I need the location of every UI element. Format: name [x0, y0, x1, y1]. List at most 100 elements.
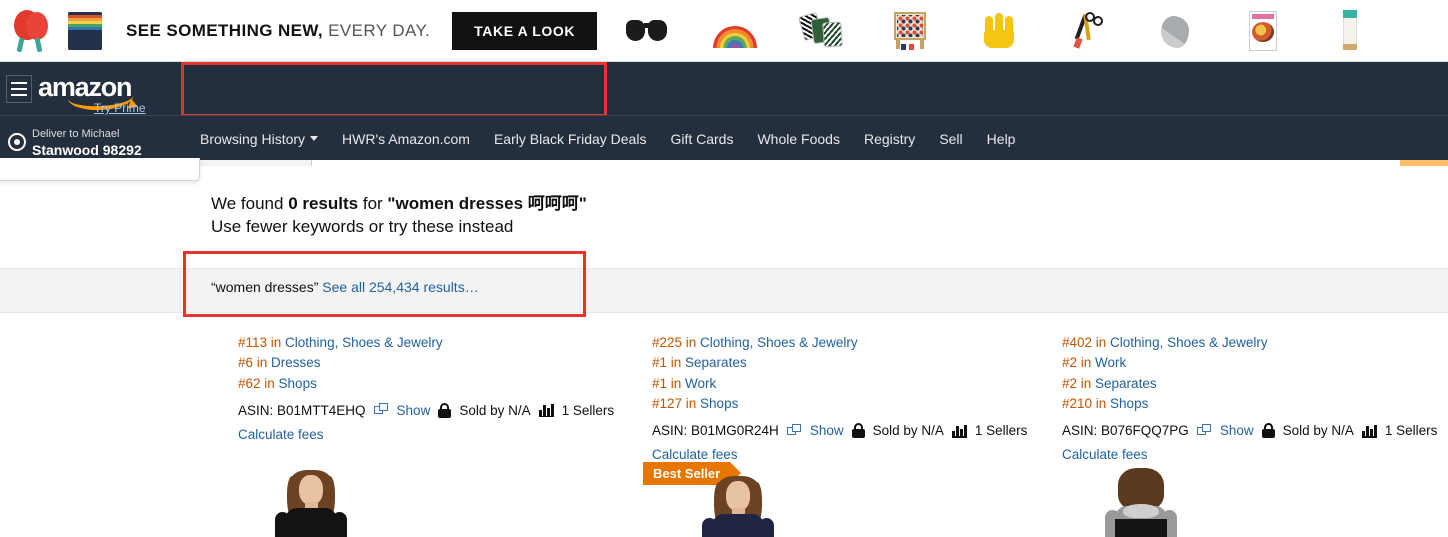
copy-icon[interactable]	[1196, 423, 1212, 438]
lock-icon	[851, 423, 865, 438]
rank-line: #2 in Work	[1062, 353, 1448, 373]
sellers-count: 1 Sellers	[974, 423, 1028, 438]
rank-category-link[interactable]: Clothing, Shoes & Jewelry	[1110, 335, 1268, 350]
connect-four-game-icon[interactable]	[887, 8, 935, 54]
product-image-1[interactable]	[255, 470, 367, 537]
rank-category-link[interactable]: Dresses	[271, 355, 321, 370]
bar-chart-icon[interactable]	[1361, 424, 1377, 438]
no-results-line2: Use fewer keywords or try these instead	[211, 216, 514, 236]
scissors-icon[interactable]	[1063, 8, 1111, 54]
deliver-to-address: Stanwood 98292	[32, 142, 142, 159]
rank-category-link[interactable]: Work	[685, 376, 716, 391]
no-results-message: We found 0 results for "women dresses 呵呵…	[211, 193, 587, 239]
nav-link-label: Browsing History	[200, 130, 306, 147]
left-dropdown-panel	[0, 158, 200, 181]
rank-category-link[interactable]: Clothing, Shoes & Jewelry	[285, 335, 443, 350]
rank-line: #62 in Shops	[238, 374, 648, 394]
healthy-card-icon[interactable]	[1239, 8, 1287, 54]
lock-icon	[438, 402, 452, 418]
calculate-fees-link[interactable]: Calculate fees	[238, 427, 648, 442]
nav-link-label: HWR's Amazon.com	[342, 130, 470, 147]
bar-chart-icon[interactable]	[538, 403, 554, 418]
deliver-to-name: Deliver to Michael	[32, 128, 120, 140]
rainbow-icon[interactable]	[711, 8, 759, 54]
take-a-look-button[interactable]: TAKE A LOOK	[452, 11, 598, 50]
rank-category-link[interactable]: Separates	[685, 355, 747, 370]
nav-link-help[interactable]: Help	[987, 131, 1016, 147]
rank-number: #210 in	[1062, 395, 1111, 411]
rank-line: #6 in Dresses	[238, 353, 648, 373]
found-prefix: We found	[211, 194, 289, 213]
no-results-line1: We found 0 results for "women dresses 呵呵…	[211, 193, 587, 216]
amazon-logo[interactable]: amazon Try Prime	[38, 74, 150, 116]
promo-tagline: SEE SOMETHING NEW, EVERY DAY.	[126, 21, 430, 41]
rank-number: #1 in	[652, 375, 686, 391]
nav-link-label: Sell	[939, 130, 963, 147]
rank-category-link[interactable]: Separates	[1095, 376, 1157, 391]
calculate-fees-link[interactable]: Calculate fees	[1062, 447, 1448, 462]
deliver-to-button[interactable]: Deliver to Michael Stanwood 98292	[8, 124, 142, 161]
rank-number: #2 in	[1062, 375, 1096, 391]
nav-link-whole-foods[interactable]: Whole Foods	[757, 131, 839, 147]
geode-stone-icon[interactable]	[1151, 8, 1199, 54]
rank-number: #402 in	[1062, 335, 1111, 350]
nav-link-label: Whole Foods	[757, 130, 840, 147]
rank-category-link[interactable]: Work	[1095, 355, 1126, 370]
nav-link-early-black-friday-deals[interactable]: Early Black Friday Deals	[494, 131, 647, 147]
rank-line: #2 in Separates	[1062, 374, 1448, 394]
asin-label: ASIN: B01MG0R24H	[652, 423, 779, 438]
striped-blanket-icon[interactable]	[62, 8, 108, 54]
nav-link-registry[interactable]: Registry	[864, 131, 915, 147]
searched-query: "women dresses 呵呵呵"	[387, 194, 587, 213]
paddle-racket-icon[interactable]	[8, 8, 54, 54]
show-link[interactable]: Show	[1220, 423, 1254, 438]
promo-tagline-light: EVERY DAY.	[323, 20, 431, 40]
rank-category-link[interactable]: Shops	[700, 396, 738, 411]
rank-category-link[interactable]: Clothing, Shoes & Jewelry	[700, 335, 858, 350]
rank-line: #113 in Clothing, Shoes & Jewelry	[238, 333, 648, 353]
try-prime-link[interactable]: Try Prime	[94, 101, 146, 115]
show-link[interactable]: Show	[810, 423, 844, 438]
copy-icon[interactable]	[786, 423, 802, 438]
product-card-1: #113 in Clothing, Shoes & Jewelry #6 in …	[238, 333, 648, 442]
see-all-results-link[interactable]: See all 254,434 results…	[322, 279, 478, 295]
rank-number: #113 in	[238, 335, 286, 350]
nav-link-label: Help	[986, 130, 1016, 147]
hamburger-icon[interactable]	[6, 75, 32, 103]
pillows-icon[interactable]	[798, 8, 847, 54]
product-image-3[interactable]	[1085, 468, 1197, 537]
rank-category-link[interactable]: Shops	[1110, 396, 1148, 411]
nav-link-hwrs-amazon[interactable]: HWR's Amazon.com	[342, 131, 470, 147]
nav-link-browsing-history[interactable]: Browsing History	[200, 130, 319, 147]
tube-icon[interactable]	[1327, 8, 1375, 54]
rank-category-link[interactable]: Shops	[279, 376, 317, 391]
rank-number: #127 in	[652, 395, 701, 411]
rank-line: #225 in Clothing, Shoes & Jewelry	[652, 333, 1062, 353]
calculate-fees-link[interactable]: Calculate fees	[652, 447, 1062, 462]
asin-row: ASIN: B01MTT4EHQ Show Sold by N/A 1 Sell…	[238, 402, 648, 418]
found-mid: for	[358, 194, 388, 213]
amazon-search-results-page: SEE SOMETHING NEW, EVERY DAY. TAKE A LOO…	[0, 0, 1448, 537]
sold-by-label: Sold by N/A	[872, 423, 944, 438]
product-card-2: #225 in Clothing, Shoes & Jewelry #1 in …	[652, 333, 1062, 462]
nav-link-sell[interactable]: Sell	[939, 131, 962, 147]
nav-links: Browsing History HWR's Amazon.com Early …	[200, 116, 1015, 161]
rank-line: #402 in Clothing, Shoes & Jewelry	[1062, 333, 1448, 353]
sellers-count: 1 Sellers	[1384, 423, 1438, 438]
product-image-2[interactable]	[682, 476, 794, 537]
lock-icon	[1261, 423, 1275, 438]
sold-by-label: Sold by N/A	[1282, 423, 1354, 438]
rank-line: #210 in Shops	[1062, 394, 1448, 414]
bar-chart-icon[interactable]	[951, 424, 967, 438]
yellow-hand-vase-icon[interactable]	[975, 8, 1023, 54]
sunglasses-icon[interactable]	[623, 8, 671, 54]
sellers-count: 1 Sellers	[561, 402, 615, 418]
show-link[interactable]: Show	[397, 403, 431, 418]
nav-link-label: Early Black Friday Deals	[493, 130, 647, 147]
nav-link-gift-cards[interactable]: Gift Cards	[670, 131, 733, 147]
rank-line: #1 in Work	[652, 374, 1062, 394]
asin-row: ASIN: B076FQQ7PG Show Sold by N/A 1 Sell…	[1062, 423, 1448, 438]
copy-icon[interactable]	[373, 403, 389, 417]
results-count: 0 results	[288, 194, 359, 213]
location-pin-icon	[8, 133, 26, 152]
